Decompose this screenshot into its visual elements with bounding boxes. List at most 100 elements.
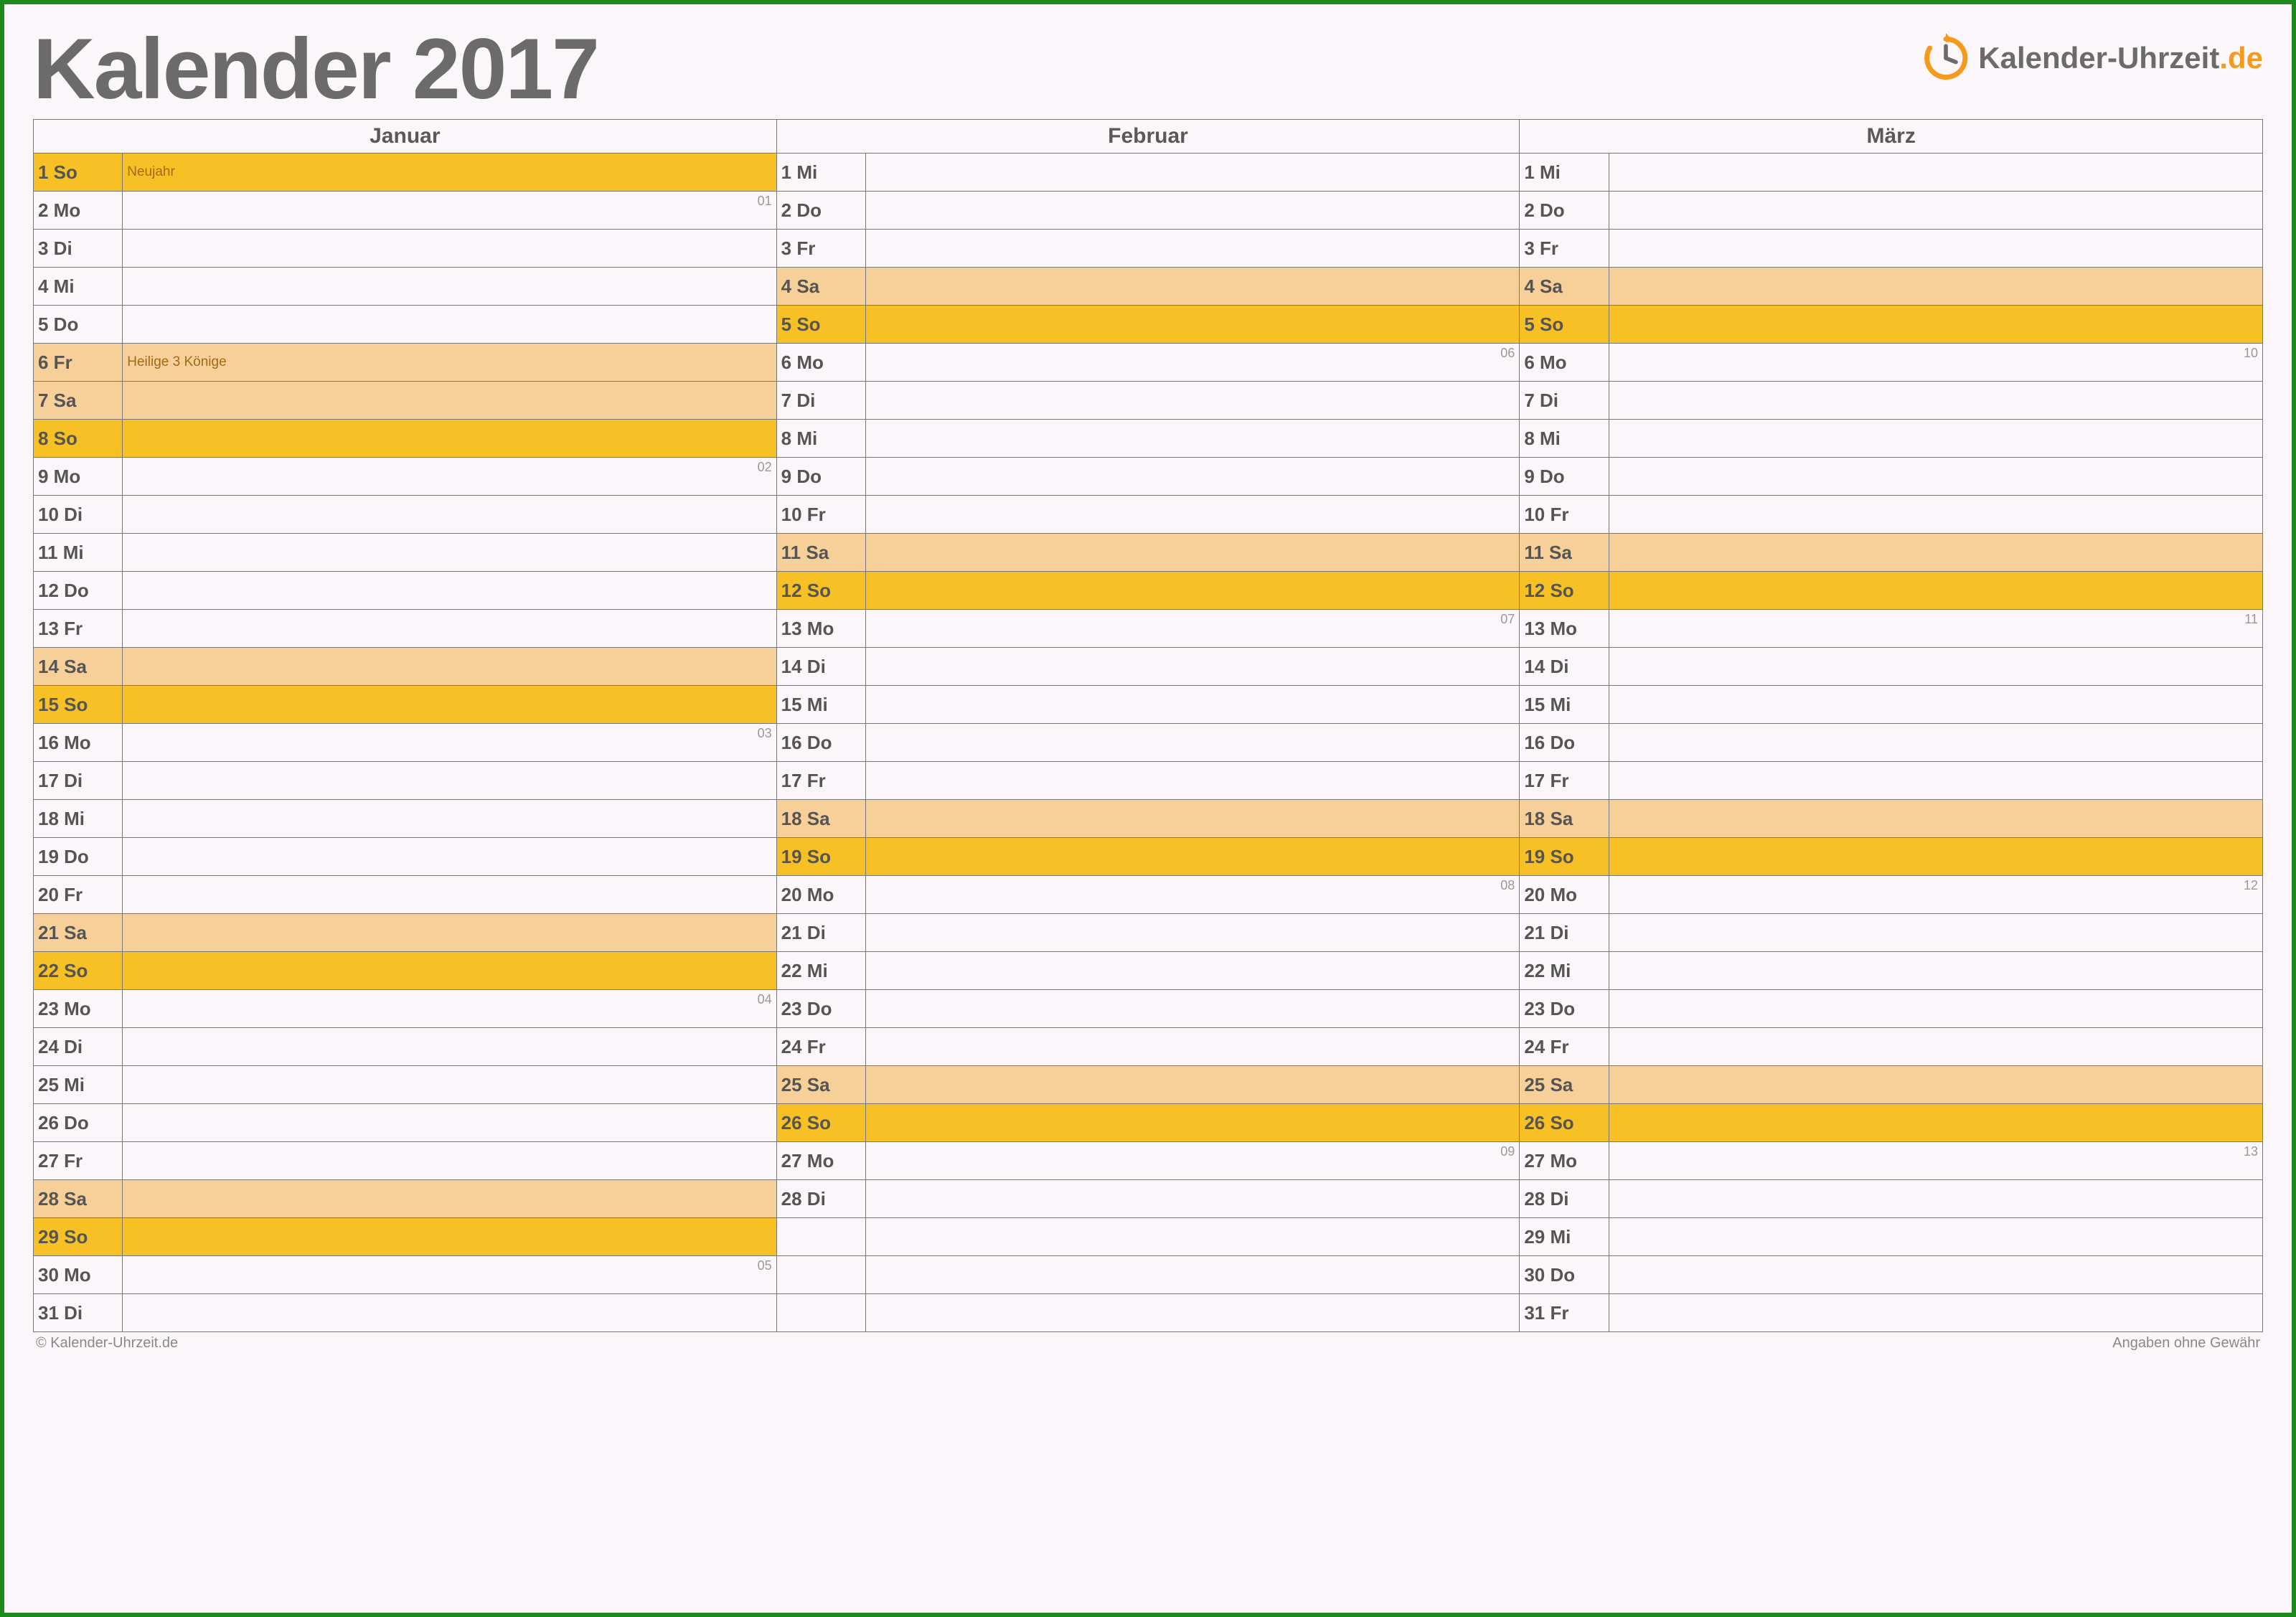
week-number: 12 xyxy=(2244,878,2258,893)
day-label: 31 Di xyxy=(34,1302,122,1324)
note-cell xyxy=(1609,572,2262,610)
note-cell xyxy=(1609,762,2262,800)
day-label: 26 Do xyxy=(34,1112,122,1134)
day-label: 28 Di xyxy=(777,1188,865,1210)
note-cell xyxy=(865,458,1519,496)
note-body xyxy=(866,762,1519,799)
day-cell: 15 So xyxy=(34,686,123,724)
note-cell xyxy=(865,1028,1519,1066)
note-body xyxy=(866,420,1519,457)
day-cell xyxy=(776,1294,865,1332)
calendar-page: Kalender 2017 Kalender-Uhrzeit.de xyxy=(0,0,2296,1617)
week-number: 11 xyxy=(2244,612,2258,627)
day-label: 26 So xyxy=(1520,1112,1608,1134)
note-cell xyxy=(865,192,1519,230)
day-cell: 31 Fr xyxy=(1520,1294,1609,1332)
month-header: Januar xyxy=(34,120,777,154)
note-cell: 04 xyxy=(123,990,776,1028)
note-body xyxy=(1609,838,2262,875)
calendar-row: 15 So15 Mi15 Mi xyxy=(34,686,2263,724)
day-cell: 18 Sa xyxy=(776,800,865,838)
day-label: 19 Do xyxy=(34,846,122,868)
note-body xyxy=(1609,762,2262,799)
note-body xyxy=(1609,952,2262,989)
day-label: 25 Sa xyxy=(1520,1074,1608,1096)
day-cell: 20 Mo xyxy=(1520,876,1609,914)
day-label: 15 Mi xyxy=(777,694,865,716)
calendar-row: 24 Di24 Fr24 Fr xyxy=(34,1028,2263,1066)
note-cell xyxy=(1609,1294,2262,1332)
note-cell: 10 xyxy=(1609,344,2262,382)
calendar-row: 9 Mo029 Do9 Do xyxy=(34,458,2263,496)
note-cell xyxy=(123,230,776,268)
note-body xyxy=(866,1180,1519,1217)
calendar-row: 26 Do26 So26 So xyxy=(34,1104,2263,1142)
day-cell: 11 Mi xyxy=(34,534,123,572)
day-label: 11 Sa xyxy=(777,542,865,564)
note-body xyxy=(123,1294,776,1331)
day-label: 3 Fr xyxy=(1520,237,1608,260)
note-cell xyxy=(123,610,776,648)
note-body xyxy=(123,914,776,951)
note-cell xyxy=(1609,990,2262,1028)
day-cell: 29 So xyxy=(34,1218,123,1256)
note-body xyxy=(123,420,776,457)
note-body xyxy=(866,458,1519,495)
note-cell xyxy=(1609,838,2262,876)
calendar-row: 10 Di10 Fr10 Fr xyxy=(34,496,2263,534)
calendar-row: 13 Fr13 Mo0713 Mo11 xyxy=(34,610,2263,648)
note-cell xyxy=(865,382,1519,420)
note-body xyxy=(866,192,1519,229)
week-number: 08 xyxy=(1500,878,1515,893)
note-cell xyxy=(1609,1104,2262,1142)
calendar-row: 23 Mo0423 Do23 Do xyxy=(34,990,2263,1028)
day-label: 16 Do xyxy=(777,732,865,754)
day-label: 25 Sa xyxy=(777,1074,865,1096)
calendar-row: 16 Mo0316 Do16 Do xyxy=(34,724,2263,762)
calendar-row: 2 Mo012 Do2 Do xyxy=(34,192,2263,230)
note-body xyxy=(123,306,776,343)
note-cell xyxy=(1609,192,2262,230)
week-number: 03 xyxy=(758,726,772,741)
day-cell: 14 Sa xyxy=(34,648,123,686)
day-cell: 21 Di xyxy=(1520,914,1609,952)
day-cell: 12 Do xyxy=(34,572,123,610)
note-body: 13 xyxy=(1609,1142,2262,1179)
note-body xyxy=(866,800,1519,837)
note-cell xyxy=(123,686,776,724)
day-cell: 25 Mi xyxy=(34,1066,123,1104)
day-label: 17 Fr xyxy=(777,770,865,792)
day-label: 30 Do xyxy=(1520,1264,1608,1286)
day-cell: 20 Mo xyxy=(776,876,865,914)
holiday-label: Heilige 3 Könige xyxy=(127,354,226,370)
note-body xyxy=(866,838,1519,875)
day-label: 24 Di xyxy=(34,1036,122,1058)
day-label: 3 Di xyxy=(34,237,122,260)
day-label: 5 So xyxy=(1520,314,1608,336)
footer: © Kalender-Uhrzeit.de Angaben ohne Gewäh… xyxy=(33,1335,2263,1352)
note-cell xyxy=(1609,1066,2262,1104)
note-cell: 03 xyxy=(123,724,776,762)
day-label: 22 Mi xyxy=(1520,960,1608,982)
note-body: 04 xyxy=(123,990,776,1027)
calendar-row: 1 SoNeujahr1 Mi1 Mi xyxy=(34,154,2263,192)
note-cell: 06 xyxy=(865,344,1519,382)
day-label: 2 Do xyxy=(777,199,865,222)
note-body xyxy=(123,1066,776,1103)
day-label: 6 Mo xyxy=(1520,352,1608,374)
note-cell xyxy=(1609,952,2262,990)
day-cell: 8 So xyxy=(34,420,123,458)
day-cell: 19 So xyxy=(776,838,865,876)
day-cell: 5 So xyxy=(776,306,865,344)
calendar-row: 29 So29 Mi xyxy=(34,1218,2263,1256)
day-label: 23 Do xyxy=(1520,998,1608,1020)
calendar-row: 17 Di17 Fr17 Fr xyxy=(34,762,2263,800)
note-cell xyxy=(123,876,776,914)
day-cell: 23 Do xyxy=(1520,990,1609,1028)
day-cell: 23 Do xyxy=(776,990,865,1028)
note-cell xyxy=(865,800,1519,838)
note-cell xyxy=(865,1180,1519,1218)
week-number: 07 xyxy=(1500,612,1515,627)
calendar-row: 18 Mi18 Sa18 Sa xyxy=(34,800,2263,838)
day-cell: 7 Di xyxy=(1520,382,1609,420)
